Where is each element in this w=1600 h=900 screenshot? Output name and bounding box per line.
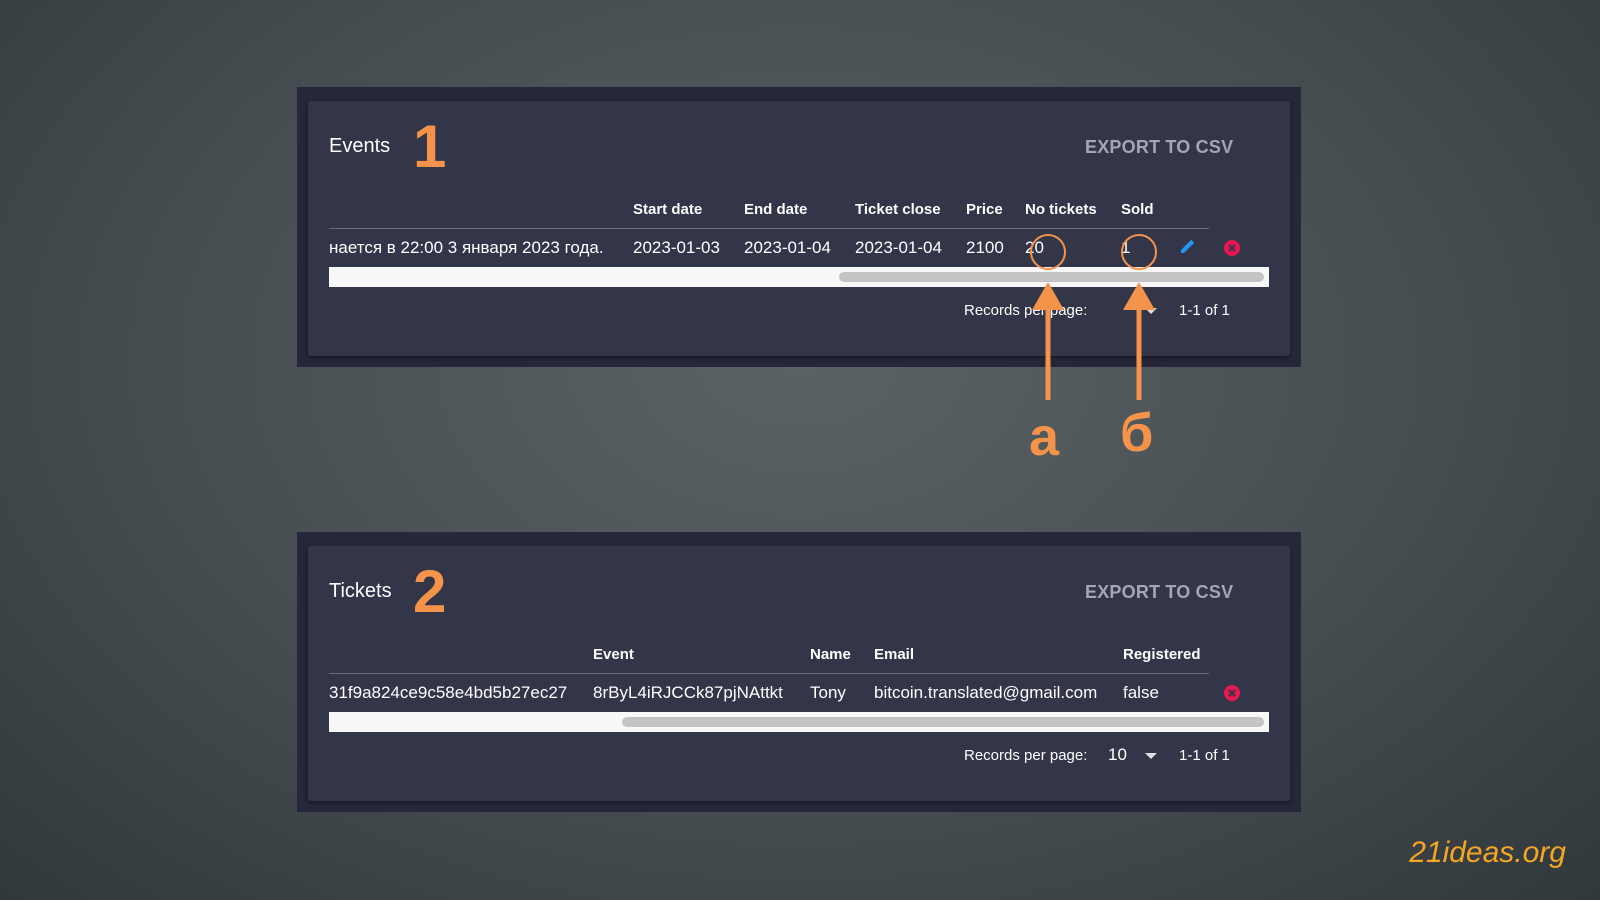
col-start-date[interactable]: Start date <box>633 201 702 218</box>
ticket-registered-cell: false <box>1123 683 1159 702</box>
arrow-b-icon <box>1123 282 1155 400</box>
tickets-marker: 2 <box>413 558 447 625</box>
tickets-title: Tickets <box>329 580 392 602</box>
tickets-header-divider <box>329 673 1209 674</box>
delete-circle-icon[interactable] <box>1224 240 1240 256</box>
delete-circle-icon[interactable] <box>1224 685 1240 701</box>
events-marker: 1 <box>413 113 447 180</box>
col-email[interactable]: Email <box>874 646 914 663</box>
event-ticket-close-cell: 2023-01-04 <box>855 238 942 257</box>
col-no-tickets[interactable]: No tickets <box>1025 201 1097 218</box>
pencil-icon[interactable] <box>1178 238 1196 256</box>
tickets-card: Tickets 2 EXPORT TO CSV Event Name Email… <box>308 546 1290 801</box>
annotation-a: а <box>1029 407 1060 467</box>
events-pagination-range: 1-1 of 1 <box>1179 302 1230 319</box>
col-event[interactable]: Event <box>593 646 634 663</box>
ticket-event-cell: 8rByL4iRJCCk87pjNAttkt <box>593 683 783 702</box>
col-ticket-close[interactable]: Ticket close <box>855 201 941 218</box>
events-header-divider <box>329 228 1209 229</box>
tickets-scrollbar-thumb[interactable] <box>622 717 1264 727</box>
col-price[interactable]: Price <box>966 201 1003 218</box>
tickets-panel: Tickets 2 EXPORT TO CSV Event Name Email… <box>297 532 1301 812</box>
tickets-records-per-page-label: Records per page: <box>964 747 1088 764</box>
ticket-email-cell: bitcoin.translated@gmail.com <box>874 683 1098 702</box>
tickets-per-page-select[interactable]: 10 <box>1108 745 1127 765</box>
arrow-a-icon <box>1032 282 1064 400</box>
no-tickets-highlight-circle <box>1030 234 1066 270</box>
col-name[interactable]: Name <box>810 646 851 663</box>
sold-highlight-circle <box>1121 234 1157 270</box>
chevron-down-icon[interactable] <box>1145 753 1157 759</box>
col-sold[interactable]: Sold <box>1121 201 1154 218</box>
event-name-cell: нается в 22:00 3 января 2023 года. <box>329 238 604 257</box>
tickets-export-button[interactable]: EXPORT TO CSV <box>1085 582 1233 603</box>
event-price-cell: 2100 <box>966 238 1004 257</box>
tickets-scrollbar-track <box>329 712 1269 732</box>
event-start-date-cell: 2023-01-03 <box>633 238 720 257</box>
events-title: Events <box>329 135 391 157</box>
events-scrollbar-thumb[interactable] <box>839 272 1264 282</box>
event-end-date-cell: 2023-01-04 <box>744 238 831 257</box>
annotation-b: б <box>1120 403 1154 463</box>
ticket-id-cell: 31f9a824ce9c58e4bd5b27ec27 <box>329 683 568 702</box>
events-records-per-page-label: Records per page: <box>964 302 1088 319</box>
col-end-date[interactable]: End date <box>744 201 807 218</box>
watermark-logo: 21ideas.org <box>1409 836 1566 869</box>
col-registered[interactable]: Registered <box>1123 646 1201 663</box>
ticket-name-cell: Tony <box>810 683 846 702</box>
tickets-pagination-range: 1-1 of 1 <box>1179 747 1230 764</box>
events-export-button[interactable]: EXPORT TO CSV <box>1085 137 1233 158</box>
